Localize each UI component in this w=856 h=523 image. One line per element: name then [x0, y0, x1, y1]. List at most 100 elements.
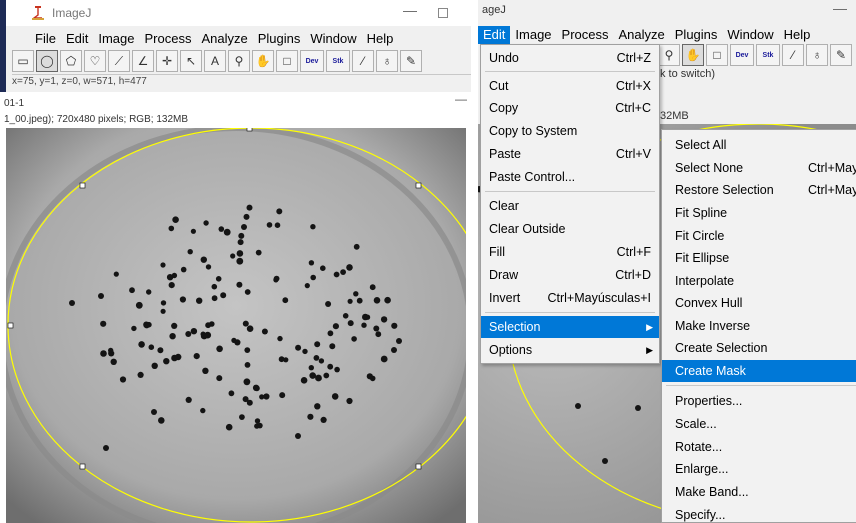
- selection-menu-item-fit-circle[interactable]: Fit Circle: [662, 225, 856, 247]
- edit-menu-item-paste[interactable]: Paste Ctrl+V: [481, 143, 659, 165]
- left-menu-window[interactable]: Window: [305, 30, 361, 48]
- menu-item-label: Fit Spline: [675, 206, 728, 220]
- edit-menu-item-undo[interactable]: Undo Ctrl+Z: [481, 47, 659, 69]
- text-tool-icon[interactable]: A: [204, 50, 226, 72]
- wand-tool-icon[interactable]: ↖: [180, 50, 202, 72]
- angle-tool-icon[interactable]: ∠: [132, 50, 154, 72]
- selection-menu-item-fit-spline[interactable]: Fit Spline: [662, 202, 856, 224]
- left-menu-process[interactable]: Process: [140, 30, 197, 48]
- left-menu-edit[interactable]: Edit: [61, 30, 93, 48]
- menu-item-label: Fit Circle: [675, 229, 725, 243]
- selection-menu-item-create-selection[interactable]: Create Selection: [662, 337, 856, 359]
- seed-dot: [313, 355, 320, 361]
- seed-dot: [380, 316, 388, 323]
- selection-menu-item-scale[interactable]: Scale...: [662, 413, 856, 435]
- edit-menu-dropdown: Undo Ctrl+Z Cut Ctrl+X Copy Ctrl+C Copy to Sys…: [480, 44, 660, 364]
- selection-menu-item-interpolate[interactable]: Interpolate: [662, 270, 856, 292]
- seed-dot: [137, 371, 144, 378]
- oval-tool-icon[interactable]: ◯: [36, 50, 58, 72]
- selection-menu-item-make-inverse[interactable]: Make Inverse: [662, 315, 856, 337]
- seed-dot: [320, 265, 326, 271]
- pencil-tool-icon[interactable]: ✎: [400, 50, 422, 72]
- selection-menu-item-fit-ellipse[interactable]: Fit Ellipse: [662, 247, 856, 269]
- magnifier-tool-icon[interactable]: ⚲: [228, 50, 250, 72]
- stk-tool-icon[interactable]: Stk: [326, 50, 350, 72]
- selection-menu-item-make-band[interactable]: Make Band...: [662, 481, 856, 503]
- seed-dot: [242, 396, 249, 403]
- right-menu-process[interactable]: Process: [557, 26, 614, 44]
- minimize-button[interactable]: —: [403, 2, 417, 18]
- seed-dot: [334, 366, 340, 373]
- selection-menu-item-select-none[interactable]: Select None Ctrl+May: [662, 157, 856, 179]
- seed-dot: [171, 322, 178, 329]
- minimize-button[interactable]: —: [833, 0, 847, 16]
- stk-tool-icon[interactable]: Stk: [756, 44, 780, 66]
- hand-tool-icon[interactable]: ✋: [252, 50, 274, 72]
- selection-menu-item-restore-selection[interactable]: Restore Selection Ctrl+May: [662, 179, 856, 201]
- edit-menu-item-selection[interactable]: Selection ▶: [481, 316, 659, 338]
- right-menu-image[interactable]: Image: [510, 26, 556, 44]
- edit-menu-item-clear[interactable]: Clear: [481, 195, 659, 217]
- brush-tool-icon[interactable]: ⁄: [352, 50, 374, 72]
- left-menu-file[interactable]: File: [30, 30, 61, 48]
- dev-tool-icon[interactable]: Dev: [730, 44, 754, 66]
- left-menu-analyze[interactable]: Analyze: [196, 30, 252, 48]
- selection-menu-item-convex-hull[interactable]: Convex Hull: [662, 292, 856, 314]
- left-menu-plugins[interactable]: Plugins: [253, 30, 306, 48]
- hand-tool-icon[interactable]: ✋: [682, 44, 704, 66]
- rectangle-tool-icon[interactable]: ▭: [12, 50, 34, 72]
- right-menu-plugins[interactable]: Plugins: [670, 26, 723, 44]
- color-picker-tool-icon[interactable]: □: [276, 50, 298, 72]
- seed-dot: [169, 333, 176, 340]
- menu-item-label: Cut: [489, 79, 509, 93]
- pencil-tool-icon[interactable]: ✎: [830, 44, 852, 66]
- right-menu-window[interactable]: Window: [722, 26, 778, 44]
- right-menu-analyze[interactable]: Analyze: [614, 26, 670, 44]
- dev-tool-icon[interactable]: Dev: [300, 50, 324, 72]
- selection-menu-item-enlarge[interactable]: Enlarge...: [662, 458, 856, 480]
- edit-menu-item-invert[interactable]: Invert Ctrl+Mayúsculas+I: [481, 287, 659, 309]
- selection-menu-item-rotate[interactable]: Rotate...: [662, 436, 856, 458]
- selection-menu-item-select-all[interactable]: Select All: [662, 134, 856, 156]
- freehand-tool-icon[interactable]: ♡: [84, 50, 106, 72]
- seed-dot: [261, 328, 268, 335]
- imagej-logo-icon: [32, 6, 44, 20]
- edit-menu-item-copy-to-system[interactable]: Copy to System: [481, 120, 659, 142]
- edit-menu-item-cut[interactable]: Cut Ctrl+X: [481, 75, 659, 97]
- seed-dot: [309, 372, 317, 379]
- image-canvas[interactable]: [6, 128, 466, 523]
- seed-dot: [193, 353, 200, 360]
- selection-menu-item-create-mask[interactable]: Create Mask: [662, 360, 856, 382]
- seed-dot: [246, 325, 254, 332]
- edit-menu-item-fill[interactable]: Fill Ctrl+F: [481, 241, 659, 263]
- menu-item-label: Copy to System: [489, 124, 578, 138]
- line-tool-icon[interactable]: ⟋: [108, 50, 130, 72]
- seed-dot: [347, 320, 354, 327]
- edit-menu-item-draw[interactable]: Draw Ctrl+D: [481, 264, 659, 286]
- flood-tool-icon[interactable]: ♁: [806, 44, 828, 66]
- flood-tool-icon[interactable]: ♁: [376, 50, 398, 72]
- left-menu-help[interactable]: Help: [362, 30, 399, 48]
- maximize-button[interactable]: [438, 8, 448, 18]
- polygon-tool-icon[interactable]: ⬠: [60, 50, 82, 72]
- left-menu-image[interactable]: Image: [93, 30, 139, 48]
- edit-menu-item-clear-outside[interactable]: Clear Outside: [481, 218, 659, 240]
- seed-dot: [302, 348, 308, 355]
- selection-menu-item-properties[interactable]: Properties...: [662, 390, 856, 412]
- edit-menu-item-paste-control[interactable]: Paste Control...: [481, 166, 659, 188]
- magnifier-tool-icon[interactable]: ⚲: [658, 44, 680, 66]
- point-tool-icon[interactable]: ✛: [156, 50, 178, 72]
- image-minimize-button[interactable]: —: [455, 92, 467, 106]
- menu-item-shortcut: Ctrl+F: [616, 245, 651, 259]
- seed-dot: [138, 341, 145, 348]
- edit-menu-item-options[interactable]: Options ▶: [481, 339, 659, 361]
- selection-menu-item-specify[interactable]: Specify...: [662, 504, 856, 523]
- right-menu-edit[interactable]: Edit: [478, 26, 511, 44]
- seed-dot: [98, 293, 104, 299]
- seed-dot: [204, 331, 212, 339]
- edit-menu-item-copy[interactable]: Copy Ctrl+C: [481, 97, 659, 119]
- color-picker-tool-icon[interactable]: □: [706, 44, 728, 66]
- brush-tool-icon[interactable]: ⁄: [782, 44, 804, 66]
- right-menu-help[interactable]: Help: [779, 26, 816, 44]
- submenu-arrow-icon: ▶: [646, 345, 653, 355]
